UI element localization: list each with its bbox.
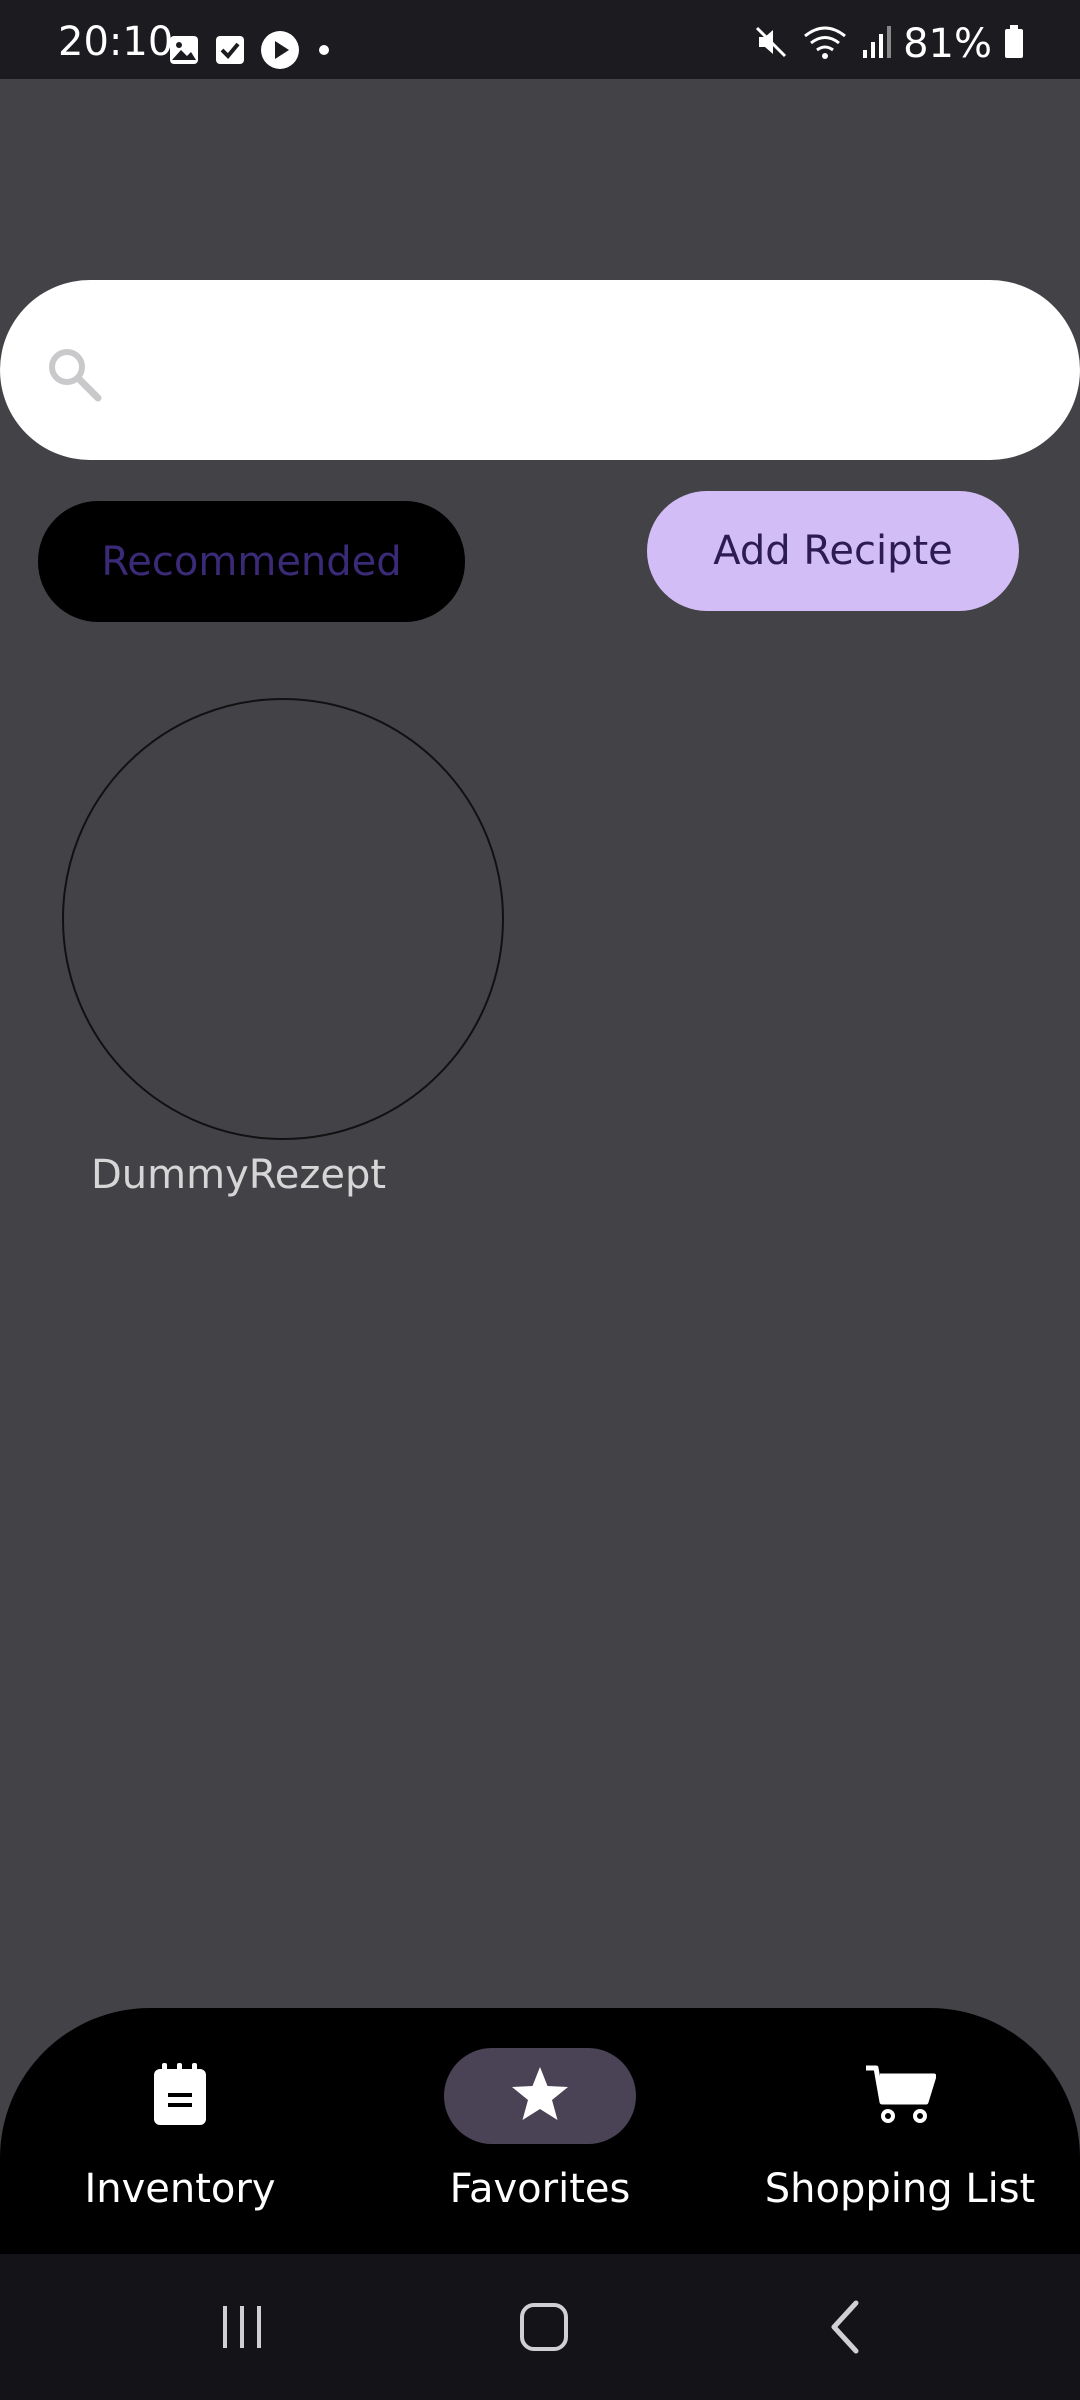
search-bar[interactable] (0, 280, 1080, 460)
recipe-image[interactable] (62, 698, 504, 1140)
mute-icon (753, 24, 789, 64)
nav-item-inventory[interactable]: Inventory (0, 2008, 360, 2254)
home-icon (519, 2302, 569, 2356)
recipe-card[interactable]: DummyRezept (60, 696, 510, 1206)
nav-label-inventory: Inventory (84, 2166, 276, 2212)
status-bar: 20:10 81% (0, 0, 1080, 79)
recommended-button[interactable]: Recommended (38, 501, 465, 622)
nav-icon-container (804, 2048, 996, 2144)
recommended-button-label: Recommended (101, 538, 402, 585)
signal-icon (861, 24, 892, 64)
search-input[interactable] (120, 320, 1024, 422)
home-button[interactable] (504, 2294, 584, 2364)
notification-icons (168, 30, 334, 74)
nav-icon-container (84, 2048, 276, 2144)
nav-label-shopping-list: Shopping List (764, 2166, 1036, 2212)
nav-label-favorites: Favorites (449, 2166, 631, 2212)
status-time: 20:10 (58, 19, 174, 65)
recipe-name: DummyRezept (91, 1152, 387, 1198)
notepad-icon (154, 2063, 206, 2129)
bottom-navigation: Inventory Favorites Shopping List (0, 2008, 1080, 2254)
dot-icon (314, 40, 334, 64)
back-icon (826, 2299, 866, 2359)
wifi-icon (801, 24, 849, 64)
search-icon (44, 344, 104, 408)
system-status-icons: 81% (753, 24, 1024, 64)
add-recipe-button-label: Add Recipte (713, 528, 953, 574)
back-button[interactable] (806, 2294, 886, 2364)
play-icon (260, 30, 300, 74)
system-navigation-bar (0, 2254, 1080, 2400)
star-icon (510, 2065, 570, 2127)
recent-apps-icon (217, 2302, 267, 2356)
battery-icon (1004, 25, 1024, 63)
image-icon (168, 34, 200, 70)
add-recipe-button[interactable]: Add Recipte (647, 491, 1019, 611)
cart-icon (864, 2064, 937, 2128)
nav-item-favorites[interactable]: Favorites (360, 2008, 720, 2254)
nav-icon-container (444, 2048, 636, 2144)
battery-percent: 81% (903, 21, 992, 67)
recent-apps-button[interactable] (202, 2294, 282, 2364)
checkbox-icon (214, 34, 246, 70)
nav-item-shopping-list[interactable]: Shopping List (720, 2008, 1080, 2254)
